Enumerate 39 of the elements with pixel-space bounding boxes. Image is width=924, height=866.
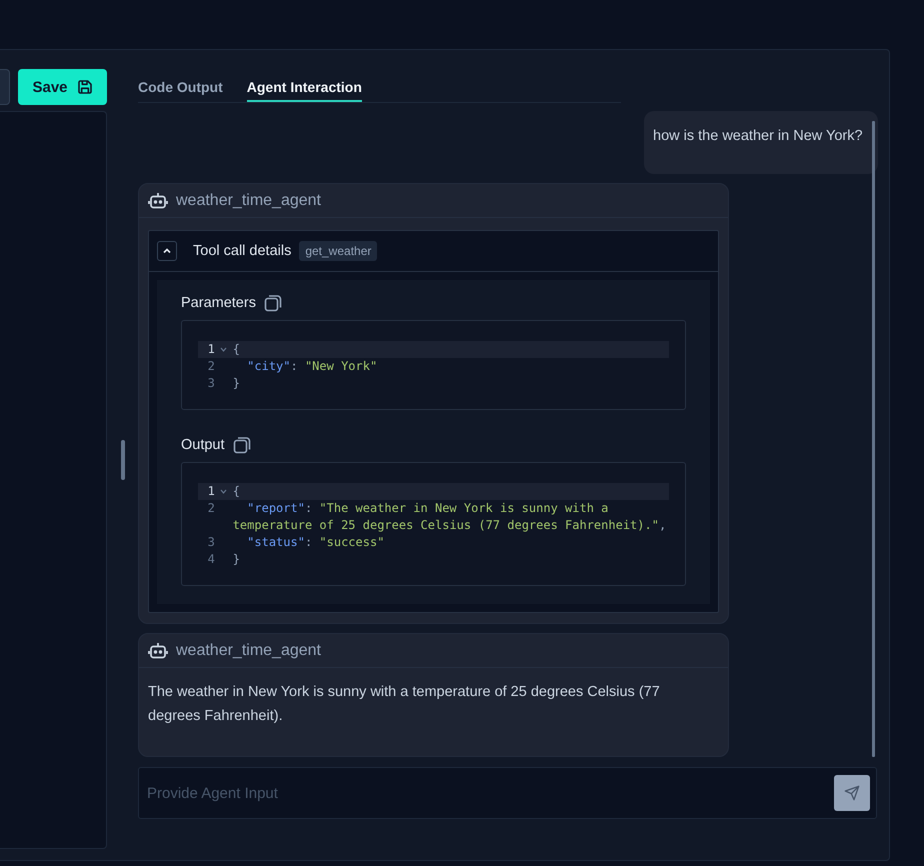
line-number: 2	[206, 358, 215, 375]
line-number: 1	[206, 483, 215, 500]
code-line: {	[232, 483, 241, 500]
scrollbar[interactable]	[872, 121, 875, 757]
agent-message: The weather in New York is sunny with a temperature of 25 degrees Celsius (77 degrees Fahrenheit).	[147, 683, 661, 726]
section-title: Output	[181, 437, 225, 453]
code-line: }	[232, 551, 241, 568]
copy-icon[interactable]	[264, 294, 282, 312]
code-line: {	[232, 341, 241, 358]
fold-icon[interactable]	[220, 489, 228, 494]
send-button[interactable]	[834, 775, 870, 811]
resize-handle[interactable]	[120, 440, 124, 480]
robot-icon	[148, 642, 168, 660]
agent-name: weather_time_agent	[176, 192, 321, 210]
fold-icon[interactable]	[220, 347, 228, 352]
user-message: how is the weather in New York?	[644, 111, 878, 174]
tab[interactable]: Agent Interaction	[246, 74, 362, 102]
copy-icon[interactable]	[232, 436, 251, 454]
collapse-button[interactable]	[157, 241, 177, 261]
chevron-up-icon	[162, 246, 172, 256]
tab[interactable]: Code Output	[138, 74, 223, 102]
code-line: "city": "New York"	[246, 358, 378, 375]
line-number: 3	[206, 534, 215, 551]
line-number: 4	[206, 551, 215, 568]
tool-call-title: Tool call details	[193, 243, 292, 259]
tool-name-tag: get_weather	[299, 241, 378, 261]
code-line: "status": "success"	[246, 534, 386, 551]
line-number: 2	[206, 500, 215, 517]
code-line: }	[232, 375, 241, 392]
agent-input-field[interactable]: Provide Agent Input	[138, 767, 877, 819]
agent-name: weather_time_agent	[176, 642, 321, 660]
save-icon	[76, 79, 93, 95]
code-line: "report": "The weather in New York is sunny with a temperature of 25 degrees Celsius (77 degrees Fahrenheit).",	[232, 500, 668, 534]
line-number: 3	[206, 375, 215, 392]
robot-icon	[148, 192, 168, 210]
save-button[interactable]: Save	[18, 69, 107, 105]
line-number: 1	[206, 341, 215, 358]
send-icon	[844, 785, 860, 801]
section-title: Parameters	[181, 295, 256, 311]
